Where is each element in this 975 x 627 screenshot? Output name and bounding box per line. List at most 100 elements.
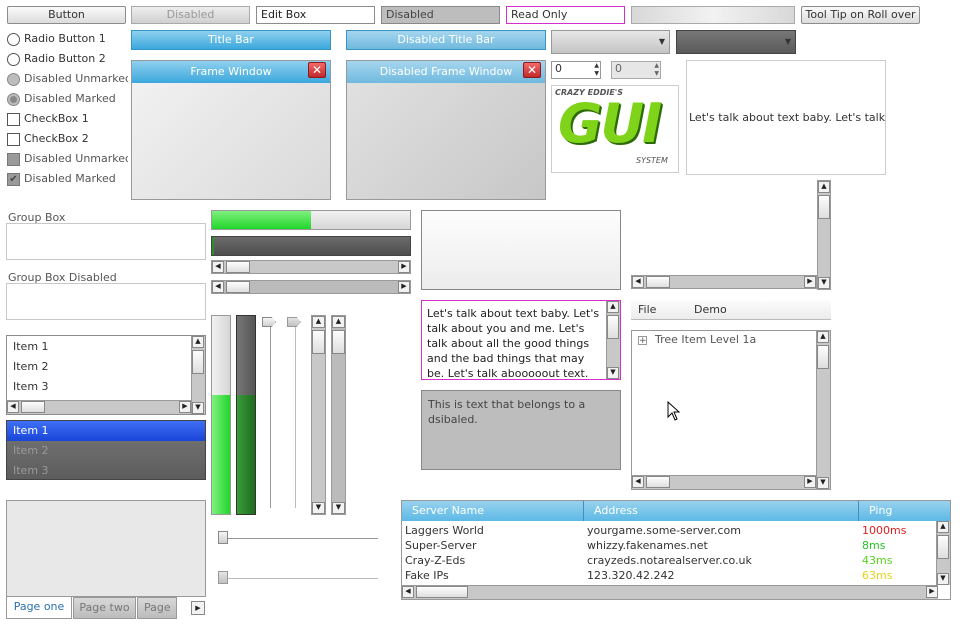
list-item[interactable]: Item 3 <box>7 377 205 397</box>
vertical-scrollbar[interactable]: ▲ ▼ <box>936 521 950 585</box>
scrollable-pane[interactable]: ▲ ▼ ◀ ▶ <box>631 180 831 290</box>
checkbox-2-label: CheckBox 2 <box>24 132 89 145</box>
horizontal-slider-track[interactable] <box>220 538 378 539</box>
vertical-scrollbar[interactable]: ▲ ▼ <box>311 315 326 515</box>
scroll-left-icon: ◀ <box>212 281 224 293</box>
frame-window[interactable]: Frame Window ✕ <box>131 60 331 200</box>
scrollbar-thumb[interactable] <box>416 586 468 598</box>
tree-view[interactable]: + Tree Item Level 1a ▲ ▼ ◀ ▶ <box>631 330 831 490</box>
disabled-vertical-progress-bar-fill <box>237 395 255 514</box>
disabled-frame-window-title: Disabled Frame Window <box>347 61 545 83</box>
scroll-down-icon[interactable]: ▼ <box>192 402 204 414</box>
scroll-right-icon[interactable]: ▶ <box>179 401 191 413</box>
horizontal-scrollbar[interactable]: ◀ ▶ <box>632 475 816 489</box>
scroll-left-icon[interactable]: ◀ <box>212 261 224 273</box>
scroll-down-icon[interactable]: ▼ <box>607 367 619 379</box>
scroll-up-icon[interactable]: ▲ <box>937 521 949 533</box>
cell-ping: 63ms <box>862 569 893 582</box>
column-header-server-name[interactable]: Server Name <box>402 501 584 521</box>
scroll-left-icon[interactable]: ◀ <box>402 586 414 598</box>
list-item[interactable]: Item 1 <box>7 337 205 357</box>
vertical-slider-track[interactable] <box>270 318 271 508</box>
list-item[interactable]: Item 2 <box>7 357 205 377</box>
tab-scroll-right-icon[interactable]: ▶ <box>191 601 205 615</box>
vertical-scrollbar[interactable]: ▲ ▼ <box>816 331 830 489</box>
spinner-down-icon[interactable]: ▼ <box>594 70 599 77</box>
spinner[interactable]: 0 ▲ ▼ <box>551 61 601 79</box>
vertical-scrollbar[interactable]: ▲ ▼ <box>817 180 831 290</box>
checkbox-disabled-unmarked <box>7 153 20 166</box>
scrollbar-thumb[interactable] <box>818 195 830 219</box>
scroll-right-icon[interactable]: ▶ <box>804 476 816 488</box>
close-icon[interactable]: ✕ <box>308 62 326 78</box>
scrollbar-thumb[interactable] <box>937 535 949 559</box>
column-header-address[interactable]: Address <box>584 501 859 521</box>
disabled-listbox: Item 1 Item 2 Item 3 <box>6 420 206 480</box>
horizontal-slider-thumb[interactable] <box>218 531 228 544</box>
horizontal-scrollbar[interactable]: ◀ ▶ <box>7 400 191 414</box>
scroll-up-icon[interactable]: ▲ <box>817 331 829 343</box>
scroll-left-icon[interactable]: ◀ <box>632 476 644 488</box>
chevron-down-icon[interactable]: ▼ <box>659 37 665 46</box>
tree-item[interactable]: Tree Item Level 1a <box>655 333 756 346</box>
scrollbar-thumb[interactable] <box>646 476 670 488</box>
scroll-right-icon[interactable]: ▶ <box>926 586 938 598</box>
horizontal-scrollbar[interactable]: ◀ ▶ <box>631 275 817 289</box>
vertical-slider-thumb[interactable] <box>262 317 276 327</box>
frame-window-title[interactable]: Frame Window <box>132 61 330 83</box>
scroll-left-icon[interactable]: ◀ <box>632 276 644 288</box>
scrollbar-thumb[interactable] <box>226 261 250 273</box>
menu-file[interactable]: File <box>638 303 656 316</box>
scroll-up-icon[interactable]: ▲ <box>607 301 619 313</box>
column-header-ping[interactable]: Ping <box>859 501 950 521</box>
scroll-right-icon[interactable]: ▶ <box>398 261 410 273</box>
tree-expand-icon[interactable]: + <box>638 336 647 346</box>
multiline-text[interactable]: Let's talk about text baby. Let's talk a… <box>427 306 603 379</box>
edit-box[interactable]: Edit Box <box>256 6 375 24</box>
static-text: Let's talk about text baby. Let's talk a… <box>689 111 886 124</box>
spinner-value[interactable]: 0 <box>555 62 562 75</box>
tab-page-three[interactable]: Page t <box>137 597 177 619</box>
scrollbar-thumb[interactable] <box>646 276 670 288</box>
scroll-down-icon[interactable]: ▼ <box>817 477 829 489</box>
scroll-down-icon[interactable]: ▼ <box>312 502 325 514</box>
tooltip-button[interactable]: Tool Tip on Roll over <box>801 6 920 24</box>
scrollbar-thumb <box>226 281 250 293</box>
scrollbar-thumb[interactable] <box>607 315 619 339</box>
mouse-cursor-icon <box>667 401 681 421</box>
checkbox-2[interactable] <box>7 133 20 146</box>
button[interactable]: Button <box>7 6 126 24</box>
scroll-up-icon[interactable]: ▲ <box>818 181 830 193</box>
listbox[interactable]: Item 1 Item 2 Item 3 ▲ ▼ ◀ ▶ <box>6 335 206 415</box>
combobox[interactable]: ▼ <box>551 30 670 54</box>
vertical-progress-bar <box>211 315 231 515</box>
scrollbar-thumb[interactable] <box>312 330 325 354</box>
scroll-down-icon[interactable]: ▼ <box>937 573 949 585</box>
title-bar[interactable]: Title Bar <box>131 30 331 50</box>
tab-page-one[interactable]: Page one <box>6 597 72 619</box>
horizontal-scrollbar[interactable]: ◀ ▶ <box>211 260 411 274</box>
scroll-up-icon[interactable]: ▲ <box>192 336 204 348</box>
multicolumn-list[interactable]: Server Name Address Ping Laggers World y… <box>401 500 951 600</box>
disabled-vertical-progress-bar <box>236 315 256 515</box>
menu-demo[interactable]: Demo <box>694 303 727 316</box>
scroll-left-icon[interactable]: ◀ <box>7 401 19 413</box>
scrollbar-thumb[interactable] <box>21 401 45 413</box>
readonly-edit-box[interactable]: Read Only <box>506 6 625 24</box>
close-icon: ✕ <box>523 62 541 78</box>
vertical-scrollbar[interactable]: ▲ ▼ <box>191 336 205 414</box>
tab-page-two[interactable]: Page two <box>73 597 136 619</box>
scroll-down-icon[interactable]: ▼ <box>818 277 830 289</box>
multiline-editbox[interactable]: Let's talk about text baby. Let's talk a… <box>421 300 621 380</box>
scroll-up-icon[interactable]: ▲ <box>312 316 325 328</box>
disabled-title-bar: Disabled Title Bar <box>346 30 546 50</box>
horizontal-scrollbar[interactable]: ◀ ▶ <box>402 585 938 599</box>
scrollbar-thumb[interactable] <box>817 345 829 369</box>
radio-button-1[interactable] <box>7 33 20 46</box>
scroll-right-icon[interactable]: ▶ <box>804 276 816 288</box>
spinner-up-icon[interactable]: ▲ <box>594 62 599 69</box>
radio-button-2[interactable] <box>7 53 20 66</box>
vertical-scrollbar[interactable]: ▲ ▼ <box>606 301 620 379</box>
scrollbar-thumb[interactable] <box>192 350 204 374</box>
checkbox-1[interactable] <box>7 113 20 126</box>
